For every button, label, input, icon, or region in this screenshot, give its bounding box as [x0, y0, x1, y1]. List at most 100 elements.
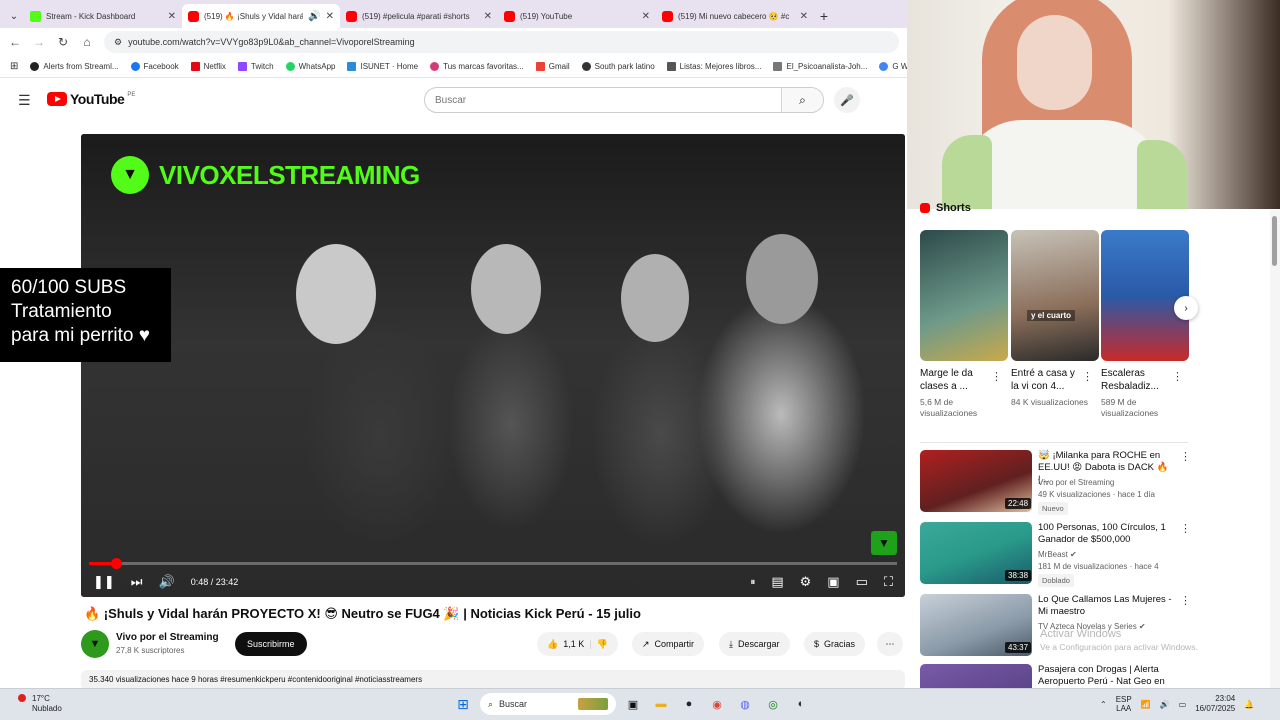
taskbar-search[interactable]: ⌕ Buscar [480, 693, 616, 715]
weather-widget[interactable]: 17°C Nublado [18, 694, 62, 714]
subscribe-button[interactable]: Suscribirme [235, 632, 307, 656]
theater-mode-icon[interactable]: ▭ [856, 574, 868, 590]
video-channel[interactable]: MrBeast ✔ [1038, 549, 1178, 560]
search-button[interactable]: ⌕ [781, 88, 823, 112]
short-thumbnail[interactable] [920, 230, 1008, 361]
short-item[interactable]: Marge le da clases a ... 5,6 M de visual… [920, 230, 1008, 419]
video-thumbnail[interactable] [920, 664, 1032, 688]
subtitles-icon[interactable]: ▤ [771, 574, 783, 590]
miniplayer-icon[interactable]: ▣ [827, 574, 839, 590]
battery-icon[interactable]: ▭ [1179, 700, 1187, 709]
video-more-icon[interactable]: ⋮ [1180, 522, 1191, 535]
next-video-icon[interactable]: ⏭ [131, 574, 143, 590]
browser-tab-youtube[interactable]: (519) YouTube ✕ [498, 4, 656, 28]
video-progress-bar[interactable] [89, 558, 897, 569]
short-more-icon[interactable]: ⋮ [1172, 370, 1183, 383]
close-tab-icon[interactable]: ✕ [642, 11, 650, 22]
new-tab-plus-icon[interactable]: + [814, 4, 834, 28]
chrome-icon[interactable]: ◉ [706, 693, 728, 715]
browser-tab-cabecero[interactable]: (519) Mi nuevo cabecero 🥺 #c ✕ [656, 4, 814, 28]
video-player[interactable]: ▼ VIVOXELSTREAMING ▼ ❚❚ ⏭ 🔊 0:48 / 23:42… [81, 134, 905, 597]
short-more-icon[interactable]: ⋮ [1082, 370, 1093, 383]
like-thumb-icon[interactable]: 👍 [547, 639, 558, 650]
scrollbar-thumb[interactable] [1272, 216, 1277, 266]
more-actions-icon[interactable]: ⋯ [877, 632, 903, 656]
channel-name[interactable]: Vivo por el Streaming [116, 632, 219, 643]
recommended-video[interactable]: 22:48 🤯 ¡Milanka para ROCHE en EE.UU! 😡 … [920, 450, 1191, 515]
home-icon[interactable]: ⌂ [80, 35, 94, 49]
back-arrow-icon[interactable]: ← [8, 35, 22, 49]
channel-avatar[interactable]: ▼ [81, 630, 109, 658]
video-channel[interactable]: Vivo por el Streaming [1038, 477, 1178, 488]
bookmark-alerts[interactable]: Alerts from Streaml... [30, 62, 119, 71]
thanks-button[interactable]: $ Gracias [804, 632, 866, 656]
tray-overflow-chevron-icon[interactable]: ⌃ [1100, 700, 1107, 709]
bookmark-whatsapp[interactable]: WhatsApp [285, 62, 335, 71]
task-view-icon[interactable]: ▣ [622, 693, 644, 715]
tab-search-chevron-icon[interactable]: ⌄ [4, 4, 24, 28]
voice-search-mic-icon[interactable]: 🎤 [834, 87, 860, 113]
browser-tab-kick[interactable]: Stream - Kick Dashboard ✕ [24, 4, 182, 28]
browser-tab-shorts[interactable]: (519) #pelicula #parati #shorts ✕ [340, 4, 498, 28]
search-input[interactable] [425, 88, 781, 112]
notification-bell-icon[interactable]: 🔔 [1244, 700, 1254, 709]
volume-icon[interactable]: 🔊 [159, 574, 175, 590]
mute-tab-icon[interactable]: 🔊 [308, 11, 320, 22]
bookmark-isunet[interactable]: ISUNET · Home [347, 62, 418, 71]
url-field[interactable]: ⚙ youtube.com/watch?v=VVYgo83p9L0&ab_cha… [104, 31, 899, 53]
video-description[interactable]: 35.340 visualizaciones hace 9 horas #res… [81, 670, 905, 690]
discord-icon[interactable]: ◍ [734, 693, 756, 715]
file-explorer-icon[interactable]: ▬ [650, 693, 672, 715]
video-title[interactable]: 100 Personas, 100 Círculos, 1 Ganador de… [1038, 522, 1173, 546]
download-button[interactable]: ⤓ Descargar [719, 632, 790, 656]
windows-start-icon[interactable]: ⊞ [452, 693, 474, 715]
page-scrollbar[interactable] [1270, 210, 1280, 688]
bookmark-libros[interactable]: Listas: Mejores libros... [666, 62, 761, 71]
speaker-icon[interactable]: 🔊 [1160, 700, 1170, 709]
bookmark-southpark[interactable]: South park latino [581, 62, 655, 71]
apps-grid-icon[interactable]: ⊞ [10, 61, 18, 72]
bookmark-psicoanalista[interactable]: El_Psicoanalista-Joh... [773, 62, 867, 71]
settings-gear-icon[interactable]: ⚙ [800, 574, 812, 590]
bookmark-marcas[interactable]: Tus marcas favoritas... [430, 62, 524, 71]
short-title[interactable]: Entré a casa y la vi con 4... [1011, 367, 1085, 393]
bookmark-netflix[interactable]: Netflix [190, 62, 226, 71]
short-title[interactable]: Marge le da clases a ... [920, 367, 994, 393]
bookmark-facebook[interactable]: Facebook [130, 62, 179, 71]
close-tab-icon[interactable]: ✕ [484, 11, 492, 22]
reload-icon[interactable]: ↻ [56, 35, 70, 49]
video-title[interactable]: Pasajera con Drogas | Alerta Aeropuerto … [1038, 664, 1173, 688]
close-tab-icon[interactable]: ✕ [800, 11, 808, 22]
recommended-video[interactable]: Pasajera con Drogas | Alerta Aeropuerto … [920, 664, 1190, 688]
short-item[interactable]: Escaleras Resbaladiz... 589 M de visuali… [1101, 230, 1189, 419]
video-title[interactable]: Lo Que Callamos Las Mujeres - Mi maestro [1038, 594, 1173, 618]
menu-hamburger-icon[interactable]: ☰ [18, 92, 31, 109]
shorts-next-chevron-icon[interactable]: › [1174, 296, 1198, 320]
clock[interactable]: 23:04 16/07/2025 [1195, 694, 1235, 714]
short-item[interactable]: y el cuarto Entré a casa y la vi con 4..… [1011, 230, 1099, 408]
like-count[interactable]: 1,1 K [563, 639, 584, 649]
close-tab-icon[interactable]: ✕ [168, 11, 176, 22]
bookmark-gmail[interactable]: Gmail [535, 62, 570, 71]
youtube-logo[interactable]: YouTube PE [47, 91, 135, 107]
fullscreen-icon[interactable]: ⛶ [884, 574, 893, 590]
autoplay-toggle-icon[interactable]: ⏸ [750, 577, 755, 588]
close-tab-icon[interactable]: ✕ [326, 11, 334, 22]
steam-icon[interactable]: ● [678, 693, 700, 715]
forward-arrow-icon[interactable]: → [32, 35, 46, 49]
short-thumbnail[interactable]: y el cuarto [1011, 230, 1099, 361]
pause-icon[interactable]: ❚❚ [93, 574, 115, 590]
video-more-icon[interactable]: ⋮ [1180, 594, 1191, 607]
obs-icon[interactable]: ◐ [790, 693, 812, 715]
site-info-icon[interactable]: ⚙ [114, 37, 122, 48]
video-more-icon[interactable]: ⋮ [1180, 450, 1191, 463]
bookmark-google[interactable]: G Wo [879, 62, 907, 71]
language-indicator[interactable]: ESP LAA [1116, 695, 1132, 713]
dislike-thumb-icon[interactable]: 👎 [597, 639, 608, 650]
xbox-icon[interactable]: ◎ [762, 693, 784, 715]
browser-tab-active-video[interactable]: (519) 🔥 ¡Shuls y Vidal harán 🔊 ✕ [182, 4, 340, 28]
short-thumbnail[interactable] [1101, 230, 1189, 361]
recommended-video[interactable]: 38:38 100 Personas, 100 Círculos, 1 Gana… [920, 522, 1191, 587]
bookmark-twitch[interactable]: Twitch [237, 62, 274, 71]
share-button[interactable]: ↗ Compartir [632, 632, 705, 656]
